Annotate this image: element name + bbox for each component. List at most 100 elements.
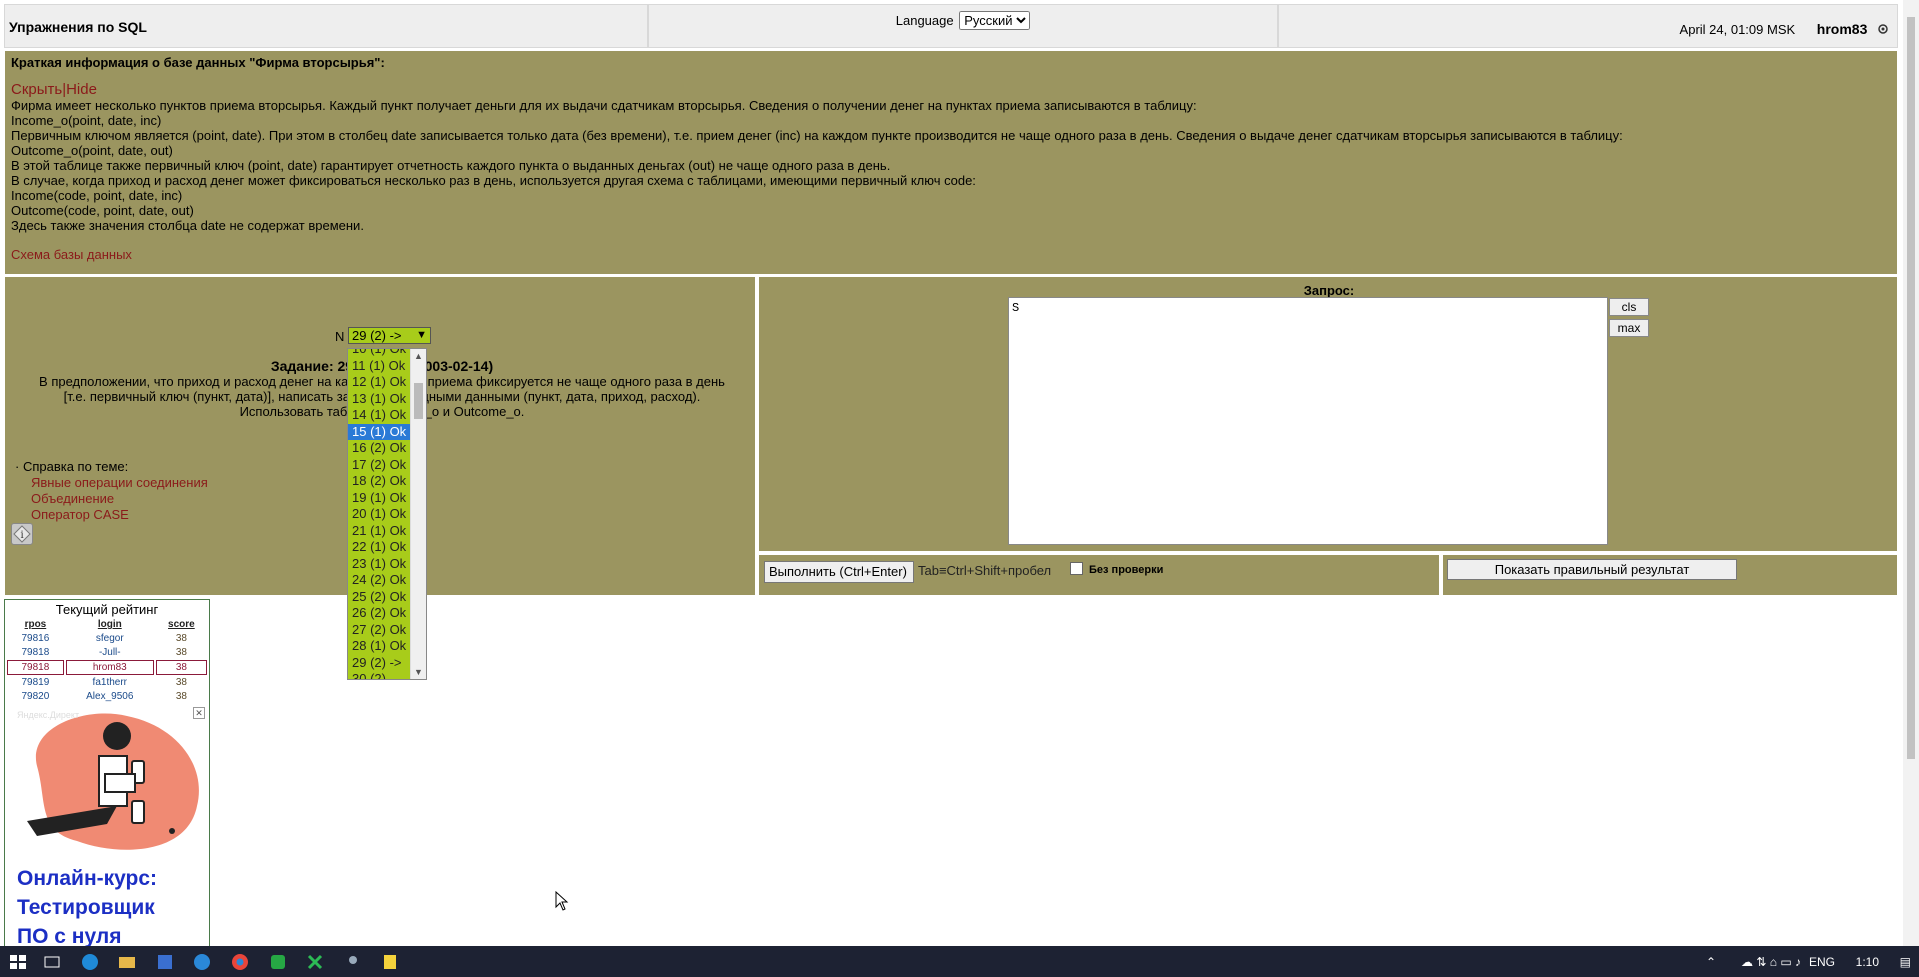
- task-view-icon[interactable]: [42, 952, 62, 972]
- info-line: Outcome(code, point, date, out): [11, 203, 194, 218]
- dropdown-option[interactable]: 21 (1) Ok: [348, 522, 411, 539]
- input-language[interactable]: ENG: [1809, 955, 1835, 969]
- dropdown-option[interactable]: 30 (2): [348, 671, 411, 679]
- dropdown-option[interactable]: 29 (2) ->: [348, 654, 411, 671]
- page-scrollbar[interactable]: [1903, 0, 1919, 946]
- info-line: Фирма имеет несколько пунктов приема вто…: [11, 98, 1197, 113]
- dropdown-option[interactable]: 27 (2) Ok: [348, 621, 411, 638]
- app-icon[interactable]: [155, 952, 175, 972]
- run-bar: Выполнить (Ctrl+Enter) Tab≡Ctrl+Shift+пр…: [758, 554, 1440, 596]
- maximize-button[interactable]: max: [1609, 319, 1649, 337]
- info-line: Income_o(point, date, inc): [11, 113, 162, 128]
- folder-icon[interactable]: [117, 952, 137, 972]
- column-header-login[interactable]: login: [66, 618, 154, 631]
- info-line: В этой таблице также первичный ключ (poi…: [11, 158, 891, 173]
- run-query-button[interactable]: Выполнить (Ctrl+Enter): [764, 561, 914, 583]
- user-login[interactable]: hrom83: [1817, 21, 1868, 37]
- dropdown-option[interactable]: 25 (2) Ok: [348, 588, 411, 605]
- dropdown-option[interactable]: 16 (2) Ok: [348, 440, 411, 457]
- taskbar: ⌃ ☁ ⇅ ⌂ ▭ ♪ ENG 1:10 ▤: [0, 946, 1919, 977]
- notifications-icon[interactable]: ▤: [1900, 955, 1911, 969]
- ad-label: Яндекс.Директ: [17, 710, 80, 720]
- rating-table: rpos login score 79816 sfegor 38 79818 -Jul…: [5, 617, 209, 704]
- ad-text[interactable]: Онлайн-курс: Тестировщик ПО с нуля: [17, 864, 157, 946]
- dropdown-option[interactable]: 26 (2) Ok: [348, 605, 411, 622]
- dropdown-option[interactable]: 13 (1) Ok: [348, 390, 411, 407]
- user-cell: April 24, 01:09 MSK hrom83: [1278, 4, 1898, 48]
- chevron-down-icon: ▼: [416, 329, 427, 341]
- query-label: Запрос:: [1303, 283, 1355, 298]
- query-panel: Запрос: S cls max: [758, 276, 1898, 552]
- mail-icon[interactable]: [192, 952, 212, 972]
- scroll-thumb[interactable]: [1907, 17, 1915, 759]
- table-row: 79816 sfegor 38: [21, 633, 187, 644]
- info-icon[interactable]: i: [11, 523, 33, 545]
- hide-link[interactable]: Скрыть|Hide: [11, 82, 97, 97]
- app-user-icon[interactable]: [343, 952, 363, 972]
- dropdown-option[interactable]: 23 (1) Ok: [348, 555, 411, 572]
- language-select[interactable]: Русский: [959, 11, 1031, 30]
- mouse-cursor-icon: [555, 891, 569, 911]
- task-number-label: N: [335, 329, 345, 344]
- dropdown-option[interactable]: 17 (2) Ok: [348, 456, 411, 473]
- table-row: 79820 Alex_9506 38: [21, 691, 187, 702]
- app-green-icon[interactable]: [268, 952, 288, 972]
- rating-panel: Текущий рейтинг rpos login score 79816 sf…: [4, 599, 210, 947]
- dropdown-option[interactable]: 22 (1) Ok: [348, 539, 411, 556]
- query-textarea[interactable]: S: [1008, 297, 1608, 545]
- chevron-up-icon[interactable]: ⌃: [1706, 955, 1716, 969]
- dropdown-option[interactable]: 15 (1) Ok: [348, 423, 411, 440]
- column-header-score[interactable]: score: [156, 618, 207, 631]
- help-link-union[interactable]: Объединение: [15, 491, 208, 507]
- task-number-dropdown[interactable]: 10 (1) Ok 11 (1) Ok 12 (1) Ok 13 (1) Ok 14 (…: [347, 348, 427, 680]
- tray-icons[interactable]: ☁ ⇅ ⌂ ▭ ♪: [1741, 955, 1801, 969]
- dropdown-option[interactable]: 12 (1) Ok: [348, 374, 411, 391]
- scroll-up-icon[interactable]: ▲: [414, 351, 423, 361]
- language-label: Language: [895, 13, 954, 28]
- language-cell: Language Русский: [648, 4, 1278, 48]
- info-line: Здесь также значения столбца date не сод…: [11, 218, 364, 233]
- ad-illustration: [27, 713, 199, 850]
- help-link-case[interactable]: Оператор CASE: [15, 507, 208, 523]
- dropdown-option[interactable]: 19 (1) Ok: [348, 489, 411, 506]
- schema-link[interactable]: Схема базы данных: [11, 247, 132, 262]
- notes-icon[interactable]: [380, 952, 400, 972]
- column-header-rpos[interactable]: rpos: [7, 618, 64, 631]
- scroll-thumb[interactable]: [414, 383, 423, 419]
- dropdown-option[interactable]: 10 (1) Ok: [348, 349, 411, 358]
- table-row: 79818 -Jull- 38: [21, 647, 187, 658]
- clock[interactable]: 1:10: [1856, 955, 1879, 969]
- close-icon[interactable]: ✕: [193, 707, 205, 719]
- info-heading: Краткая информация о базе данных "Фирма …: [11, 55, 385, 70]
- excel-icon[interactable]: [305, 952, 325, 972]
- info-line: Первичным ключом является (point, date).…: [11, 128, 1623, 143]
- dropdown-option[interactable]: 18 (2) Ok: [348, 473, 411, 490]
- advertisement[interactable]: Яндекс.Директ ✕ Онлайн-курс: Тестировщик…: [7, 706, 207, 946]
- show-correct-result-button[interactable]: Показать правильный результат: [1447, 559, 1737, 580]
- scroll-down-icon[interactable]: ▼: [414, 667, 423, 677]
- dropdown-option[interactable]: 20 (1) Ok: [348, 506, 411, 523]
- dropdown-option[interactable]: 24 (2) Ok: [348, 572, 411, 589]
- dropdown-option[interactable]: 11 (1) Ok: [348, 357, 411, 374]
- settings-icon[interactable]: [1877, 23, 1889, 35]
- clear-button[interactable]: cls: [1609, 298, 1649, 316]
- chrome-icon[interactable]: [230, 952, 250, 972]
- ad-line: ПО с нуля: [17, 925, 122, 946]
- help-link-joins[interactable]: Явные операции соединения: [15, 475, 208, 491]
- help-section: · Справка по теме: Явные операции соедин…: [15, 459, 208, 523]
- rating-title: Текущий рейтинг: [55, 602, 159, 617]
- windows-start-icon[interactable]: [8, 952, 28, 972]
- dropdown-option[interactable]: 14 (1) Ok: [348, 407, 411, 424]
- show-result-bar: Показать правильный результат: [1442, 554, 1898, 596]
- edge-icon[interactable]: [80, 952, 100, 972]
- task-number-value: 29 (2) ->: [352, 328, 402, 343]
- no-check-checkbox[interactable]: [1070, 562, 1083, 575]
- info-line: Income(code, point, date, inc): [11, 188, 183, 203]
- page-title: Упражнения по SQL: [4, 4, 648, 48]
- dropdown-option[interactable]: 28 (1) Ok: [348, 638, 411, 655]
- task-number-select[interactable]: 29 (2) -> ▼: [348, 327, 431, 344]
- ad-line: Тестировщик: [17, 896, 155, 919]
- dropdown-scrollbar[interactable]: ▲ ▼: [410, 349, 426, 679]
- info-line: В случае, когда приход и расход денег мо…: [11, 173, 976, 188]
- table-row-current-user: 79818 hrom83 38: [7, 660, 207, 675]
